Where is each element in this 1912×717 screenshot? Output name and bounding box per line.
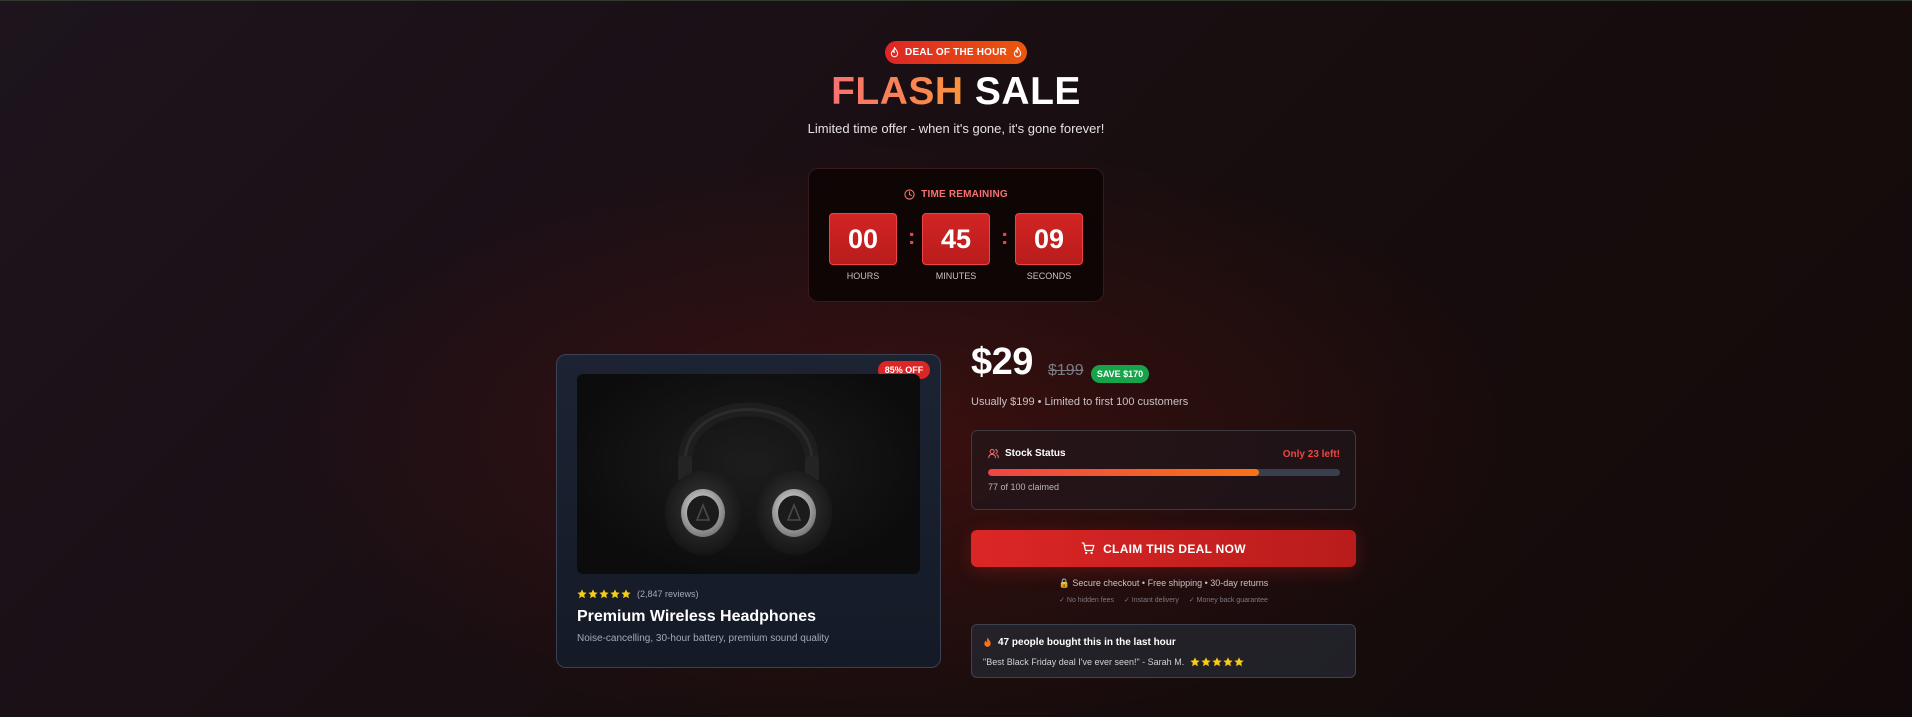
countdown-label: TIME REMAINING [809, 189, 1103, 200]
stock-status-panel: Stock Status Only 23 left! 77 of 100 cla… [971, 430, 1356, 510]
guarantee-item: ✓ No hidden fees [1059, 597, 1114, 604]
guarantee-item: ✓ Money back guarantee [1188, 597, 1268, 604]
flame-icon [890, 47, 899, 58]
star-icon [621, 589, 631, 599]
minutes-label: MINUTES [935, 271, 977, 281]
title-word-flash: FLASH [831, 70, 964, 113]
original-price: $199 [1048, 362, 1084, 379]
seconds-value: 09 [1015, 213, 1083, 265]
testimonial-text: "Best Black Friday deal I've ever seen!"… [983, 657, 1185, 667]
price-note: Usually $199 • Limited to first 100 cust… [971, 396, 1189, 408]
star-icon [577, 589, 587, 599]
flame-icon [1013, 47, 1022, 58]
claim-deal-button[interactable]: CLAIM THIS DEAL NOW [971, 530, 1356, 567]
countdown-label-text: TIME REMAINING [921, 189, 1008, 200]
stock-claimed-count: 77 of 100 claimed [988, 482, 1060, 492]
star-icon [1190, 657, 1200, 667]
star-icon [1201, 657, 1211, 667]
social-proof-headline: 47 people bought this in the last hour [998, 637, 1176, 648]
page-title: FLASH SALE [0, 70, 1912, 114]
title-word-sale: SALE [974, 70, 1081, 113]
secure-checkout-note: 🔒 Secure checkout • Free shipping • 30-d… [1058, 578, 1269, 588]
hours-value: 00 [829, 213, 897, 265]
seconds-label: SECONDS [1026, 271, 1072, 281]
star-icon [610, 589, 620, 599]
headphones-illustration [665, 402, 832, 555]
social-proof-panel: 47 people bought this in the last hour "… [971, 624, 1356, 678]
cart-icon [1081, 542, 1095, 555]
users-icon [988, 448, 999, 459]
minutes-value: 45 [922, 213, 990, 265]
savings-badge: SAVE $170 [1091, 365, 1149, 383]
flame-icon [984, 637, 991, 647]
stock-progress-fill [988, 469, 1260, 476]
sale-price: $29 [971, 341, 1033, 383]
star-icon [588, 589, 598, 599]
top-border [0, 0, 1912, 1]
badge-label: DEAL OF THE HOUR [905, 47, 1007, 58]
colon-separator: : [1001, 224, 1009, 249]
testimonial: "Best Black Friday deal I've ever seen!"… [983, 657, 1244, 667]
countdown-timer: TIME REMAINING 00 : 45 : 09 HOURS MINUTE… [808, 168, 1104, 302]
claim-deal-label: CLAIM THIS DEAL NOW [1103, 541, 1246, 556]
hours-label: HOURS [846, 271, 880, 281]
stock-header: Stock Status [988, 448, 1066, 459]
stock-progress-track [988, 469, 1340, 476]
headphones-image [577, 374, 920, 574]
deal-of-the-hour-badge: DEAL OF THE HOUR [885, 41, 1027, 64]
product-rating: (2,847 reviews) [577, 589, 699, 599]
clock-icon [904, 189, 915, 200]
review-count: (2,847 reviews) [637, 589, 699, 599]
social-proof-header: 47 people bought this in the last hour [983, 637, 1176, 648]
star-icon [1223, 657, 1233, 667]
stock-title: Stock Status [1005, 448, 1066, 459]
guarantee-list: ✓ No hidden fees ✓ Instant delivery ✓ Mo… [971, 596, 1356, 604]
stock-remaining: Only 23 left! [1282, 449, 1340, 460]
product-description: Noise-cancelling, 30-hour battery, premi… [577, 633, 830, 644]
rating-stars [577, 589, 631, 599]
star-icon [1234, 657, 1244, 667]
page-subtitle: Limited time offer - when it's gone, it'… [807, 121, 1105, 136]
testimonial-stars [1190, 657, 1244, 667]
colon-separator: : [908, 224, 916, 249]
product-name: Premium Wireless Headphones [577, 608, 817, 625]
star-icon [599, 589, 609, 599]
star-icon [1212, 657, 1222, 667]
guarantee-item: ✓ Instant delivery [1123, 597, 1179, 604]
